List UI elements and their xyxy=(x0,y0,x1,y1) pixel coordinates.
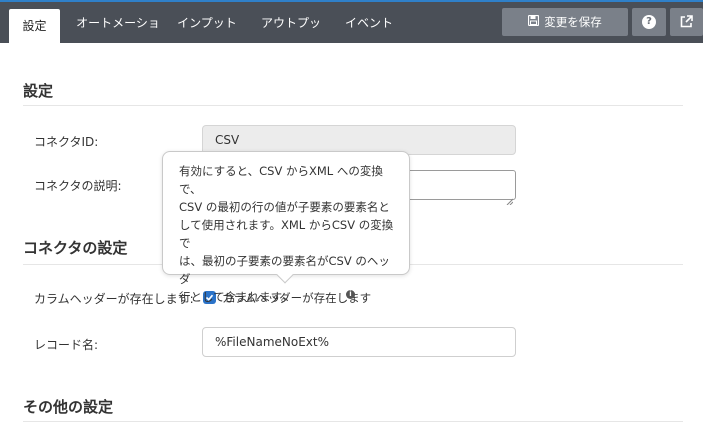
tab-output[interactable]: アウトプット xyxy=(256,0,326,76)
resize-grip-icon[interactable] xyxy=(506,190,514,206)
tooltip-line: 有効にすると、CSV からXML への変換で、 xyxy=(179,164,383,196)
external-link-icon xyxy=(680,13,693,32)
question-circle-icon: ? xyxy=(642,15,656,29)
connector-description-label: コネクタの説明: xyxy=(34,179,122,193)
tooltip-line: 行として含まれます。 xyxy=(179,290,293,304)
help-button[interactable]: ? xyxy=(632,8,666,36)
top-toolbar: 設定 オートメーション インプット アウトプット イベント 変更を保存 ? xyxy=(0,0,703,76)
floppy-disk-icon xyxy=(528,14,540,29)
save-changes-button[interactable]: 変更を保存 xyxy=(502,8,628,36)
settings-divider xyxy=(23,105,683,106)
record-name-input[interactable]: %FileNameNoExt% xyxy=(202,327,516,357)
tab-settings[interactable]: 設定 xyxy=(9,9,60,43)
open-external-button[interactable] xyxy=(670,8,703,36)
settings-heading: 設定 xyxy=(23,82,54,100)
connector-id-label: コネクタID: xyxy=(34,135,99,149)
column-header-label: カラムヘッダーが存在します: xyxy=(34,292,194,306)
tab-input[interactable]: インプット xyxy=(177,0,237,43)
tooltip-line: して使用されます。XML からCSV の変換で xyxy=(179,218,394,250)
tooltip-line: CSV の最初の行の値が子要素の要素名と xyxy=(179,200,390,214)
tab-automation[interactable]: オートメーション xyxy=(74,0,162,76)
record-name-label: レコード名: xyxy=(34,338,99,352)
other-settings-heading: その他の設定 xyxy=(23,398,114,416)
tab-events[interactable]: イベント xyxy=(344,0,394,43)
info-tooltip: 有効にすると、CSV からXML への変換で、 CSV の最初の行の値が子要素の… xyxy=(162,151,410,304)
save-changes-label: 変更を保存 xyxy=(544,15,602,29)
connector-settings-heading: コネクタの設定 xyxy=(23,239,128,257)
other-settings-divider xyxy=(23,421,683,422)
